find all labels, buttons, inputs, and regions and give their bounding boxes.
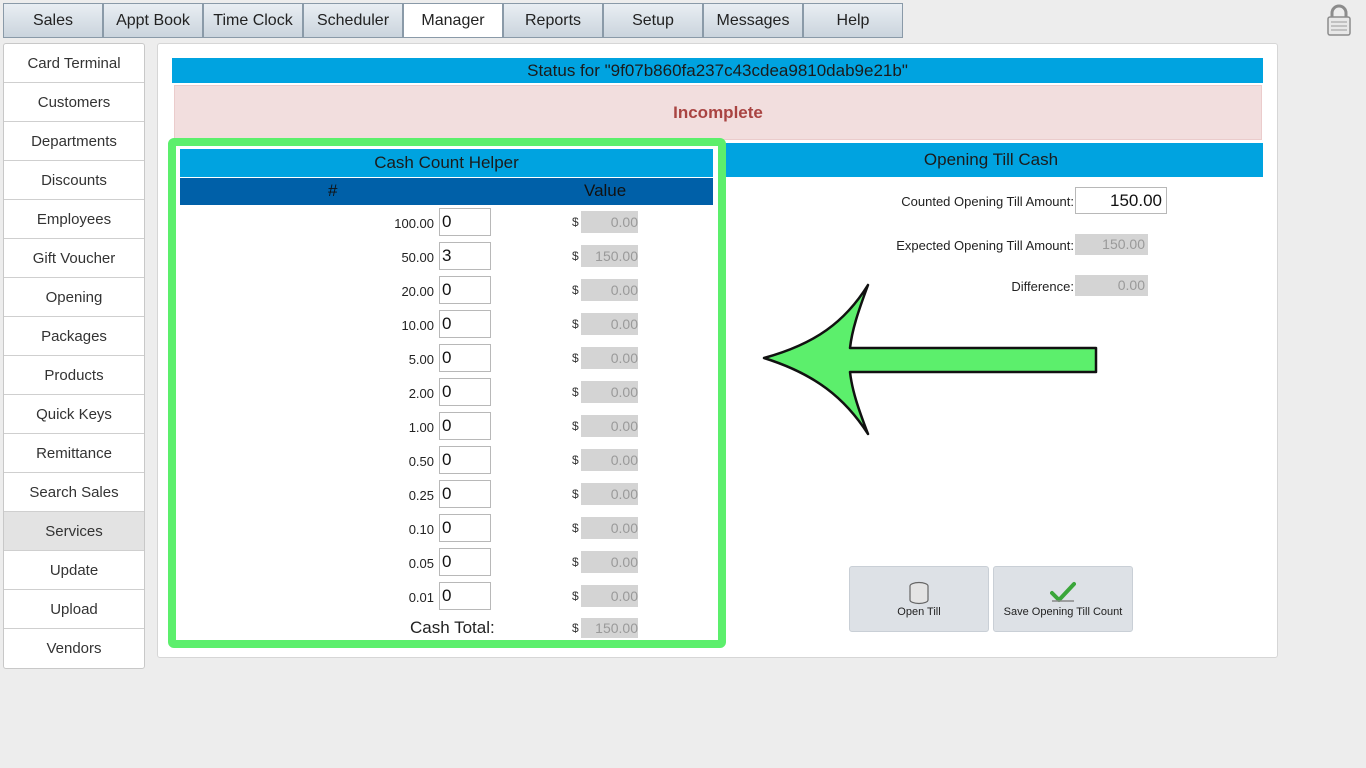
tab-underline (3, 37, 903, 38)
tab-sales[interactable]: Sales (3, 3, 103, 38)
top-nav-tabs: Sales Appt Book Time Clock Scheduler Man… (3, 3, 903, 38)
arrow-left-icon (762, 283, 1098, 436)
coins-stack-icon (909, 581, 929, 605)
tab-appt-book[interactable]: Appt Book (103, 3, 203, 38)
tab-manager[interactable]: Manager (403, 3, 503, 38)
tab-reports[interactable]: Reports (503, 3, 603, 38)
sidebar-item-services[interactable]: Services (4, 512, 144, 551)
open-till-button[interactable]: Open Till (849, 566, 989, 632)
counted-opening-till-label: Counted Opening Till Amount: (901, 194, 1074, 209)
save-opening-till-count-label: Save Opening Till Count (1003, 606, 1123, 618)
sidebar-item-gift-voucher[interactable]: Gift Voucher (4, 239, 144, 278)
expected-opening-till-value: 150.00 (1075, 234, 1148, 255)
sidebar-item-search-sales[interactable]: Search Sales (4, 473, 144, 512)
sidebar-item-vendors[interactable]: Vendors (4, 629, 144, 668)
sidebar-item-customers[interactable]: Customers (4, 83, 144, 122)
sidebar-item-opening[interactable]: Opening (4, 278, 144, 317)
sidebar-item-employees[interactable]: Employees (4, 200, 144, 239)
open-till-label: Open Till (897, 606, 941, 618)
tab-help[interactable]: Help (803, 3, 903, 38)
checkmark-icon (1050, 582, 1076, 602)
sidebar-item-departments[interactable]: Departments (4, 122, 144, 161)
sidebar-item-products[interactable]: Products (4, 356, 144, 395)
expected-opening-till-label: Expected Opening Till Amount: (896, 238, 1074, 253)
sidebar-item-remittance[interactable]: Remittance (4, 434, 144, 473)
status-title: Status for "9f07b860fa237c43cdea9810dab9… (172, 58, 1263, 83)
sidebar-item-update[interactable]: Update (4, 551, 144, 590)
tab-scheduler[interactable]: Scheduler (303, 3, 403, 38)
sidebar-item-packages[interactable]: Packages (4, 317, 144, 356)
sidebar-item-quick-keys[interactable]: Quick Keys (4, 395, 144, 434)
tab-messages[interactable]: Messages (703, 3, 803, 38)
manager-sidebar: Card Terminal Customers Departments Disc… (3, 43, 145, 669)
highlight-box (168, 138, 726, 648)
opening-till-header: Opening Till Cash (719, 143, 1263, 177)
lock-icon[interactable] (1326, 4, 1352, 36)
sidebar-item-discounts[interactable]: Discounts (4, 161, 144, 200)
save-opening-till-count-button[interactable]: Save Opening Till Count (993, 566, 1133, 632)
tab-setup[interactable]: Setup (603, 3, 703, 38)
sidebar-item-card-terminal[interactable]: Card Terminal (4, 44, 144, 83)
status-message: Incomplete (174, 85, 1262, 140)
counted-opening-till-input[interactable]: 150.00 (1075, 187, 1167, 214)
tab-time-clock[interactable]: Time Clock (203, 3, 303, 38)
sidebar-item-upload[interactable]: Upload (4, 590, 144, 629)
